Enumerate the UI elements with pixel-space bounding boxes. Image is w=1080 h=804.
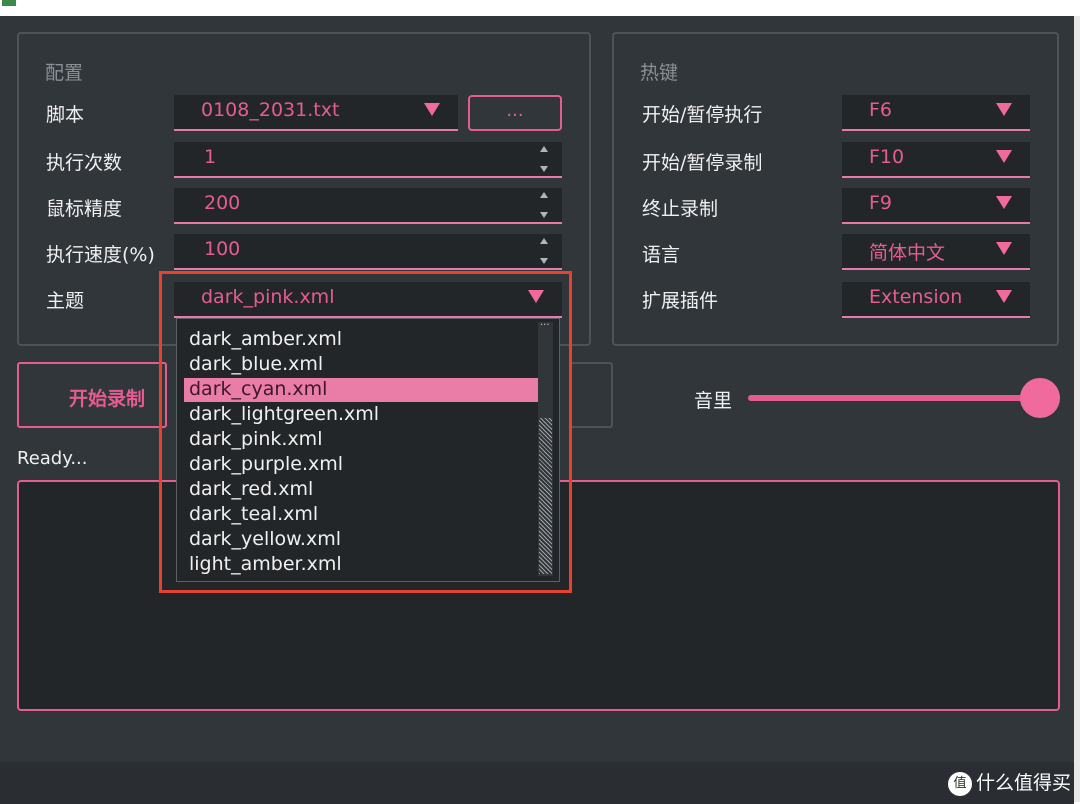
language-select[interactable]: 简体中文: [842, 234, 1030, 270]
list-item[interactable]: dark_teal.xml: [189, 503, 318, 525]
volume-slider-track[interactable]: [748, 395, 1038, 401]
extension-label: 扩展插件: [642, 290, 719, 312]
script-select-value: 0108_2031.txt: [201, 99, 340, 121]
status-text: Ready...: [17, 448, 88, 469]
spin-down-icon[interactable]: [540, 166, 548, 172]
theme-select[interactable]: dark_pink.xml: [174, 282, 562, 318]
watermark-text: 什么值得买: [976, 772, 1072, 794]
scrollbar-grip-icon: ···: [540, 320, 550, 331]
list-item[interactable]: dark_yellow.xml: [189, 528, 341, 550]
dropdown-caret-icon: [996, 150, 1012, 163]
language-label: 语言: [642, 244, 681, 266]
spin-down-icon[interactable]: [540, 258, 548, 264]
window-edge: [1074, 16, 1080, 802]
hotkey-label-stop-record: 终止录制: [642, 198, 719, 220]
mouse-precision-value: 200: [204, 192, 241, 214]
hotkey-value: F9: [869, 192, 893, 214]
spin-down-icon[interactable]: [540, 212, 548, 218]
watermark: 值什么值得买: [948, 768, 1071, 796]
spin-up-icon[interactable]: [540, 146, 548, 152]
dropdown-caret-icon: [996, 242, 1012, 255]
dropdown-caret-icon: [996, 290, 1012, 303]
list-item[interactable]: dark_amber.xml: [189, 328, 342, 350]
list-item-selected[interactable]: dark_cyan.xml: [184, 378, 540, 402]
extension-select[interactable]: Extension: [842, 282, 1030, 318]
script-label: 脚本: [46, 104, 85, 126]
run-count-spinbox[interactable]: 1: [174, 142, 562, 178]
start-run-button[interactable]: [570, 362, 613, 428]
title-bar: [0, 0, 1080, 16]
language-value: 简体中文: [869, 242, 946, 264]
theme-select-value: dark_pink.xml: [201, 286, 335, 308]
theme-dropdown-list[interactable]: dark_amber.xml dark_blue.xml dark_cyan.x…: [176, 318, 560, 582]
hotkey-select-stop-record[interactable]: F9: [842, 188, 1030, 224]
watermark-logo-icon: 值: [948, 771, 972, 796]
hotkey-label-start-pause-run: 开始/暂停执行: [642, 104, 763, 126]
hotkey-label-start-pause-record: 开始/暂停录制: [642, 152, 763, 174]
hotkey-select-start-pause-run[interactable]: F6: [842, 95, 1030, 131]
spin-up-icon[interactable]: [540, 238, 548, 244]
dropdown-scrollbar[interactable]: ···: [538, 320, 553, 576]
run-count-value: 1: [204, 146, 217, 168]
dropdown-caret-icon: [528, 290, 544, 303]
list-item[interactable]: dark_purple.xml: [189, 453, 343, 475]
run-count-label: 执行次数: [46, 152, 123, 174]
start-record-button[interactable]: 开始录制: [17, 362, 167, 428]
extension-value: Extension: [869, 286, 963, 308]
speed-label: 执行速度(%): [46, 244, 155, 266]
bottom-strip: [0, 762, 1074, 804]
list-item-selected-label: dark_cyan.xml: [189, 378, 328, 400]
hotkey-group-title: 热键: [640, 62, 679, 84]
dropdown-caret-icon: [424, 103, 440, 116]
list-item[interactable]: dark_blue.xml: [189, 353, 323, 375]
list-item[interactable]: dark_red.xml: [189, 478, 313, 500]
config-group-title: 配置: [45, 62, 84, 84]
dropdown-caret-icon: [996, 103, 1012, 116]
hotkey-select-start-pause-record[interactable]: F10: [842, 142, 1030, 178]
speed-value: 100: [204, 238, 241, 260]
volume-label: 音里: [694, 390, 733, 412]
browse-button[interactable]: ...: [468, 95, 562, 131]
speed-spinbox[interactable]: 100: [174, 234, 562, 270]
list-item[interactable]: light_amber.xml: [189, 553, 342, 575]
start-record-label: 开始录制: [69, 388, 146, 410]
spin-up-icon[interactable]: [540, 192, 548, 198]
list-item[interactable]: dark_lightgreen.xml: [189, 403, 379, 425]
app-icon: [2, 0, 16, 6]
script-select[interactable]: 0108_2031.txt: [174, 95, 458, 131]
dropdown-caret-icon: [996, 196, 1012, 209]
mouse-precision-spinbox[interactable]: 200: [174, 188, 562, 224]
hotkey-value: F10: [869, 146, 905, 168]
theme-label: 主题: [46, 290, 85, 312]
mouse-precision-label: 鼠标精度: [46, 198, 123, 220]
hotkey-value: F6: [869, 99, 893, 121]
list-item[interactable]: dark_pink.xml: [189, 428, 322, 450]
volume-slider-handle[interactable]: [1020, 378, 1060, 418]
scrollbar-thumb[interactable]: [539, 418, 552, 574]
